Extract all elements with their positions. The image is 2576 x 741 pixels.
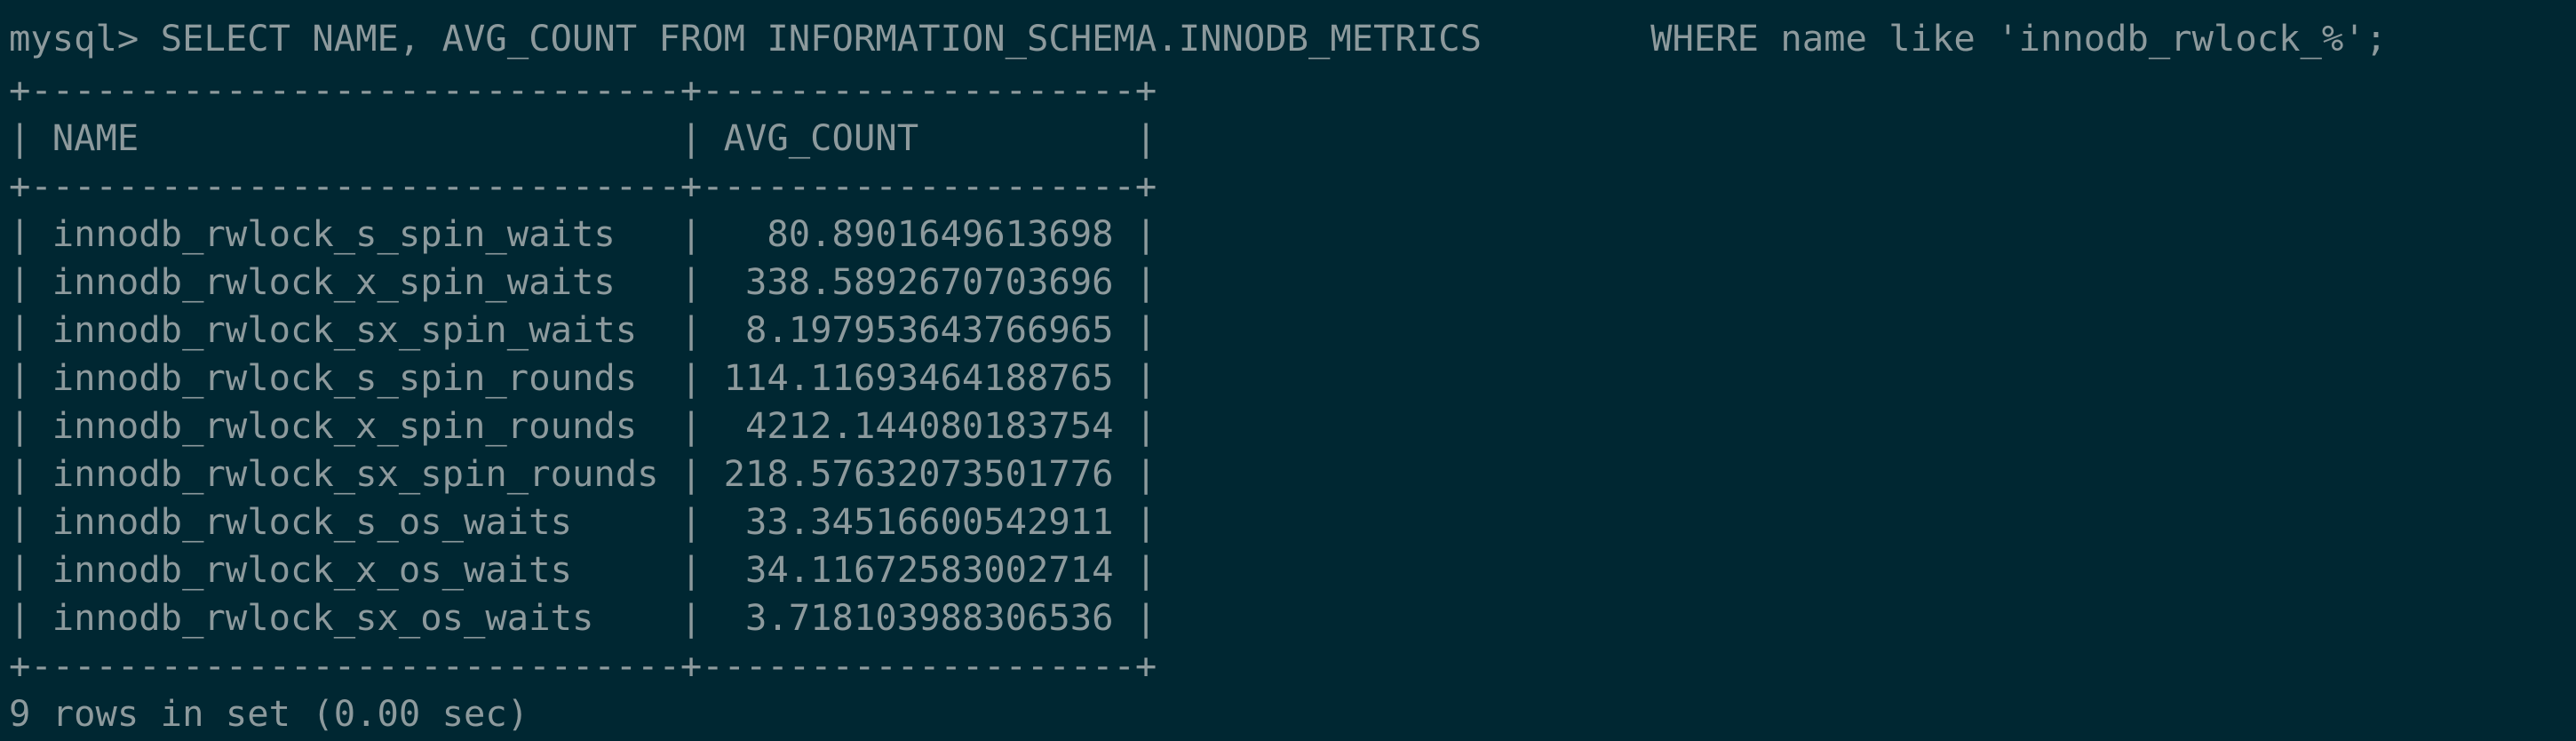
table-row: | innodb_rwlock_s_spin_rounds | 114.1169… bbox=[9, 356, 1157, 399]
table-row: | innodb_rwlock_sx_spin_waits | 8.197953… bbox=[9, 308, 1157, 351]
table-border-bottom: +------------------------------+--------… bbox=[9, 644, 1157, 687]
mysql-prompt: mysql> bbox=[9, 17, 161, 60]
result-summary: 9 rows in set (0.00 sec) bbox=[9, 692, 529, 735]
table-row: | innodb_rwlock_x_spin_rounds | 4212.144… bbox=[9, 404, 1157, 447]
table-row: | innodb_rwlock_s_os_waits | 33.34516600… bbox=[9, 500, 1157, 543]
table-row: | innodb_rwlock_x_spin_waits | 338.58926… bbox=[9, 260, 1157, 303]
terminal-window: mysql> SELECT NAME, AVG_COUNT FROM INFOR… bbox=[0, 0, 2576, 741]
query-text-where: WHERE name like 'innodb_rwlock_%'; bbox=[1650, 17, 2388, 60]
table-row: | innodb_rwlock_sx_os_waits | 3.71810398… bbox=[9, 596, 1157, 639]
table-border-header: +------------------------------+--------… bbox=[9, 164, 1157, 207]
table-row: | innodb_rwlock_sx_spin_rounds | 218.576… bbox=[9, 452, 1157, 495]
query-text-select: SELECT NAME, AVG_COUNT FROM INFORMATION_… bbox=[160, 17, 1483, 60]
query-line: mysql> SELECT NAME, AVG_COUNT FROM INFOR… bbox=[9, 14, 2387, 62]
table-header-row: | NAME | AVG_COUNT | bbox=[9, 116, 1157, 159]
table-row: | innodb_rwlock_x_os_waits | 34.11672583… bbox=[9, 548, 1157, 591]
table-row: | innodb_rwlock_s_spin_waits | 80.890164… bbox=[9, 212, 1157, 255]
table-border-top: +------------------------------+--------… bbox=[9, 68, 1157, 111]
